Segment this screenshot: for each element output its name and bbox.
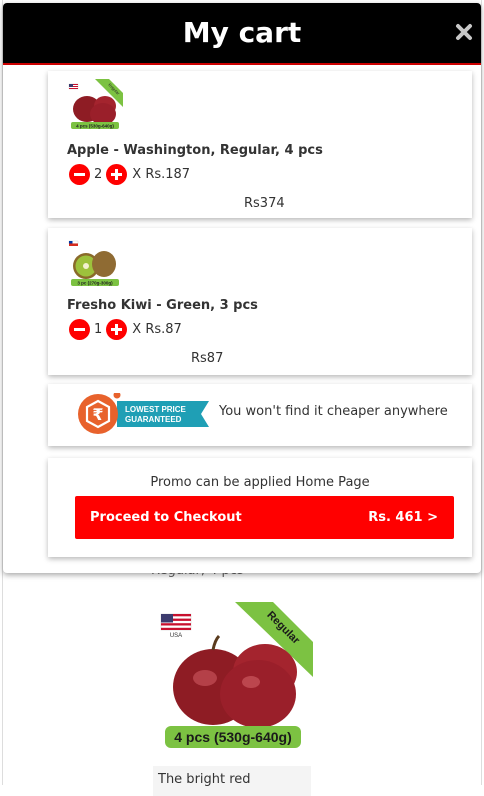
unit-price: X Rs.187 xyxy=(132,166,191,182)
kiwi-thumbnail[interactable]: 3 pc (270g-300g) xyxy=(67,236,123,288)
lowest-price-banner: ₹ LOWEST PRICE GUARANTEED You won't find… xyxy=(48,384,472,446)
proceed-to-checkout-button[interactable]: Proceed to Checkout Rs. 461 > xyxy=(75,496,454,539)
quantity-value: 1 xyxy=(94,321,103,337)
close-icon[interactable] xyxy=(455,23,473,41)
usa-flag-icon xyxy=(68,83,79,90)
minus-icon xyxy=(74,172,85,176)
product-image: Regular USA 4 pcs (530g-640g) xyxy=(153,602,313,752)
cart-header: My cart xyxy=(3,3,481,65)
increase-quantity-button[interactable] xyxy=(106,163,128,185)
item-name[interactable]: Apple - Washington, Regular, 4 pcs xyxy=(67,143,323,158)
chile-flag-icon xyxy=(68,240,79,246)
usa-flag-icon xyxy=(160,613,192,631)
badge-line-1: LOWEST PRICE xyxy=(125,405,187,414)
item-name[interactable]: Fresho Kiwi - Green, 3 pcs xyxy=(67,298,258,313)
badge-line-2: GUARANTEED xyxy=(125,415,182,424)
quantity-stepper: 1 X Rs.87 xyxy=(69,318,182,340)
thumb-pack-label: 4 pcs (530g-640g) xyxy=(76,124,114,129)
item-total: Rs87 xyxy=(191,351,224,366)
pack-label: 4 pcs (530g-640g) xyxy=(174,729,292,745)
cart-title: My cart xyxy=(182,16,302,49)
cart-item: Regular 4 pcs (530g-640g) Apple - Washin… xyxy=(48,71,472,218)
decrease-quantity-button[interactable] xyxy=(69,318,90,340)
cart-item: 3 pc (270g-300g) Fresho Kiwi - Green, 3 … xyxy=(48,228,472,375)
item-total: Rs374 xyxy=(244,196,285,211)
promo-text: Promo can be applied Home Page xyxy=(150,475,370,490)
increase-quantity-button[interactable] xyxy=(106,318,128,340)
flag-caption: USA xyxy=(170,633,182,639)
decrease-quantity-button[interactable] xyxy=(69,163,90,185)
checkout-amount: Rs. 461 > xyxy=(368,510,438,525)
checkout-panel: Promo can be applied Home Page Proceed t… xyxy=(48,458,472,557)
minus-icon xyxy=(74,327,85,331)
quantity-value: 2 xyxy=(94,166,103,182)
checkout-label: Proceed to Checkout xyxy=(90,510,242,525)
lowest-price-guaranteed-badge: ₹ LOWEST PRICE GUARANTEED xyxy=(78,393,209,434)
unit-price: X Rs.87 xyxy=(132,321,182,337)
thumb-pack-label: 3 pc (270g-300g) xyxy=(77,281,113,286)
rupee-icon: ₹ xyxy=(92,405,103,424)
apple-thumbnail[interactable]: Regular 4 pcs (530g-640g) xyxy=(67,79,123,131)
guarantee-text: You won't find it cheaper anywhere xyxy=(219,404,448,419)
quantity-stepper: 2 X Rs.187 xyxy=(69,163,190,185)
cart-modal: My cart Regular 4 pcs (530g-640g) Apple … xyxy=(3,3,481,573)
product-description: The bright red xyxy=(153,766,311,796)
